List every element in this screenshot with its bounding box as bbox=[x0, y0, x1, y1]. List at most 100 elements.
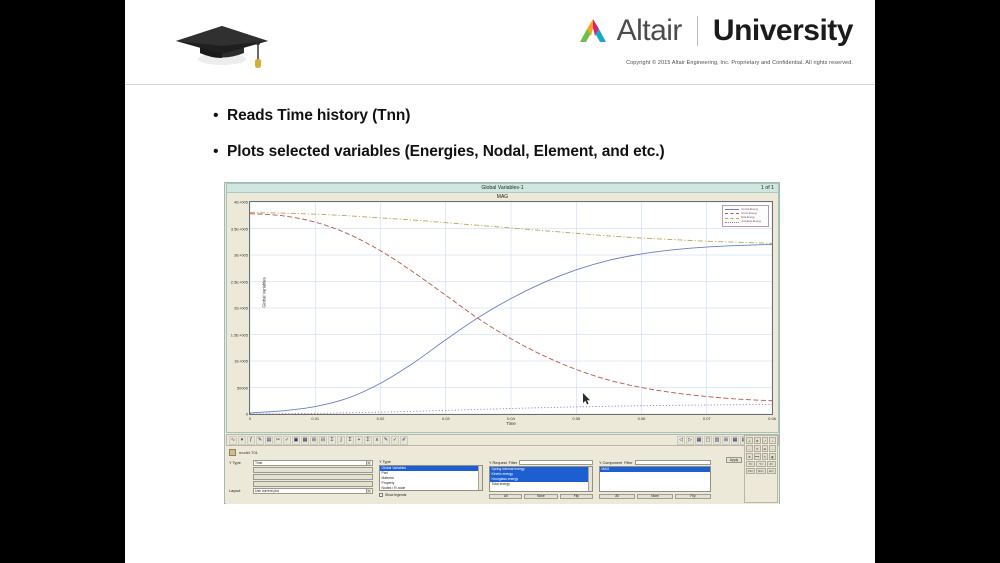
single-window-icon[interactable]: ▢ bbox=[704, 435, 712, 445]
next-icon[interactable]: ▷ bbox=[686, 435, 694, 445]
coord-field[interactable]: X= bbox=[746, 461, 756, 467]
prev-icon[interactable]: ◁ bbox=[677, 435, 685, 445]
show-legends-row[interactable]: Show legends bbox=[379, 492, 483, 497]
align-icon[interactable]: ⊟ bbox=[319, 435, 327, 445]
show-legends-checkbox[interactable] bbox=[379, 492, 383, 497]
component-button-row[interactable]: All None Flip bbox=[599, 493, 711, 499]
request-list-scrollbar[interactable] bbox=[588, 467, 592, 491]
y-type-field-2[interactable] bbox=[253, 467, 373, 473]
color-icon[interactable]: ◧ bbox=[769, 453, 776, 460]
y-type-field-3[interactable] bbox=[253, 474, 373, 480]
bullet-marker: • bbox=[213, 143, 219, 160]
coord-field[interactable]: Fit= bbox=[746, 468, 756, 474]
view-controls-row[interactable]: － ✛ ⊞ ↔ bbox=[746, 445, 776, 452]
grid-icon[interactable]: ⊞ bbox=[310, 435, 318, 445]
coord-field[interactable]: Y= bbox=[756, 461, 766, 467]
peak-icon[interactable]: ∧ bbox=[373, 435, 381, 445]
list-action-button[interactable]: None bbox=[524, 493, 558, 499]
coord-field[interactable]: Lb= bbox=[766, 468, 776, 474]
math-icon[interactable]: ƒ bbox=[247, 435, 255, 445]
y-type-combo[interactable]: Time ▾ bbox=[253, 460, 373, 466]
y-tick-label: 2E+005 bbox=[234, 305, 248, 311]
chevron-down-icon[interactable]: ▾ bbox=[366, 489, 371, 493]
coord-field[interactable]: Rs= bbox=[756, 468, 766, 474]
y-type-field-4[interactable] bbox=[253, 481, 373, 487]
four-window-icon[interactable]: ⊞ bbox=[722, 435, 730, 445]
coord-field[interactable]: Z= bbox=[766, 461, 776, 467]
scale-icon[interactable]: ↔ bbox=[769, 445, 776, 452]
curve-icon[interactable]: ∿ bbox=[229, 435, 237, 445]
panel-column-typelist: Y Type Global Variables Part Material Prope… bbox=[376, 458, 486, 504]
axes-icon[interactable]: ⊥ bbox=[769, 437, 776, 444]
fit-icon[interactable]: ⤢ bbox=[761, 437, 769, 444]
view-coord-row[interactable]: Fit= Rs= Lb= bbox=[746, 468, 776, 474]
view-controls-grid[interactable]: ＋ ✥ ⤢ ⊥ － ✛ ⊞ ↔ ✜ ⟷ ✎ ◧ X= Y= Z= Fit= Rs= Lb= bbox=[744, 435, 778, 503]
zoom-out-icon[interactable]: － bbox=[746, 445, 753, 452]
component-listbox[interactable]: MAG bbox=[599, 466, 711, 492]
table-icon[interactable]: ▦ bbox=[301, 435, 309, 445]
legend-swatch bbox=[725, 213, 739, 215]
chart-legend[interactable]: Internal Energy Kinetic Energy Total Energ… bbox=[722, 205, 769, 227]
panel-column-ytype: Y Type Time ▾ Layout Use current plot ▾ bbox=[226, 458, 376, 504]
legend-label: Hourglass Energy bbox=[740, 220, 762, 224]
page-layout-icon[interactable]: ▦ bbox=[695, 435, 703, 445]
check-icon[interactable]: ✓ bbox=[283, 435, 291, 445]
request-button-row[interactable]: All None Flip bbox=[489, 493, 593, 499]
dropdown-arrow-icon[interactable]: ▾ bbox=[238, 435, 246, 445]
pen-icon[interactable]: ✐ bbox=[400, 435, 408, 445]
pan-icon[interactable]: ✥ bbox=[753, 437, 761, 444]
list-action-button[interactable]: Flip bbox=[675, 493, 711, 499]
page-icon[interactable]: ▣ bbox=[292, 435, 300, 445]
view-coord-row[interactable]: X= Y= Z= bbox=[746, 461, 776, 467]
request-listbox[interactable]: Spring internal energy Kinetic energy Hour… bbox=[489, 466, 593, 492]
move-icon[interactable]: ✛ bbox=[753, 445, 761, 452]
y-type-label: Y Type bbox=[229, 460, 241, 465]
grid-icon[interactable]: ⊞ bbox=[761, 445, 769, 452]
edit-icon[interactable]: ✎ bbox=[382, 435, 390, 445]
slide-frame: Altair University Copyright © 2015 Altai… bbox=[125, 0, 875, 563]
list-action-button[interactable]: Flip bbox=[559, 493, 593, 499]
save-icon[interactable]: ▤ bbox=[265, 435, 273, 445]
y-tick-label: 2.5E+005 bbox=[230, 279, 248, 284]
note-icon[interactable]: ✎ bbox=[761, 453, 769, 460]
measure-icon[interactable]: ⟷ bbox=[753, 453, 761, 460]
apply-icon[interactable]: ✓ bbox=[391, 435, 399, 445]
chevron-down-icon[interactable]: ▾ bbox=[366, 461, 371, 465]
chart-canvas[interactable]: Global Variables Time 0 50000 1E+005 1.5E+0… bbox=[231, 200, 776, 427]
list-action-button[interactable]: All bbox=[599, 493, 635, 499]
x-tick-label: 0.08 bbox=[768, 416, 776, 421]
zoom-in-icon[interactable]: ＋ bbox=[746, 437, 753, 444]
list-item[interactable]: Nodes / R-node bbox=[380, 486, 482, 490]
hypergraph-window: Global Variables-1 1 of 1 MAG Global Var… bbox=[224, 182, 780, 504]
cut-icon[interactable]: ✂ bbox=[274, 435, 282, 445]
crosshair-icon[interactable]: ✜ bbox=[746, 453, 753, 460]
folder-icon[interactable] bbox=[229, 448, 236, 456]
list-action-button[interactable]: All bbox=[489, 493, 523, 499]
toolbar-left-icons[interactable]: ∿ ▾ ƒ ✎ ▤ ✂ ✓ ▣ ▦ ⊞ ⊟ Σ ∫ Σ + Σ ∧ ✎ ✓ ✐ bbox=[227, 435, 408, 445]
type-listbox[interactable]: Global Variables Part Material Property Node… bbox=[379, 465, 483, 491]
legend-swatch bbox=[725, 209, 739, 211]
integral-icon[interactable]: ∫ bbox=[337, 435, 345, 445]
list-item[interactable]: MAG bbox=[600, 467, 710, 472]
x-tick-label: 0.01 bbox=[311, 416, 320, 421]
view-controls-row[interactable]: ✜ ⟷ ✎ ◧ bbox=[746, 453, 776, 460]
component-filter-label: Filter bbox=[624, 460, 633, 465]
sigma-icon[interactable]: Σ bbox=[346, 435, 354, 445]
list-action-button[interactable]: None bbox=[637, 493, 673, 499]
list-item[interactable]: Total energy bbox=[490, 482, 592, 487]
data-file-row[interactable]: model.T01 bbox=[226, 447, 779, 457]
apply-button[interactable]: Apply bbox=[726, 457, 742, 463]
two-window-icon[interactable]: ▥ bbox=[713, 435, 721, 445]
note-icon[interactable]: ✎ bbox=[256, 435, 264, 445]
request-filter-input[interactable] bbox=[519, 460, 593, 465]
type-list-scrollbar[interactable] bbox=[478, 466, 482, 490]
layout-combo[interactable]: Use current plot ▾ bbox=[253, 488, 373, 494]
six-window-icon[interactable]: ▦ bbox=[731, 435, 739, 445]
sum-icon[interactable]: Σ bbox=[328, 435, 336, 445]
sum2-icon[interactable]: Σ bbox=[364, 435, 372, 445]
legend-entry[interactable]: Hourglass Energy bbox=[725, 220, 766, 224]
plus-icon[interactable]: + bbox=[355, 435, 363, 445]
component-filter-input[interactable] bbox=[634, 460, 711, 465]
view-controls-row[interactable]: ＋ ✥ ⤢ ⊥ bbox=[746, 437, 776, 444]
plot-toolbar[interactable]: ∿▾ƒ✎▤✂✓▣▦⊞⊟Σ∫Σ+Σ∧✎✓✐ ◁▷▦▢▥⊞▦▤⚑◉● bbox=[226, 434, 779, 446]
